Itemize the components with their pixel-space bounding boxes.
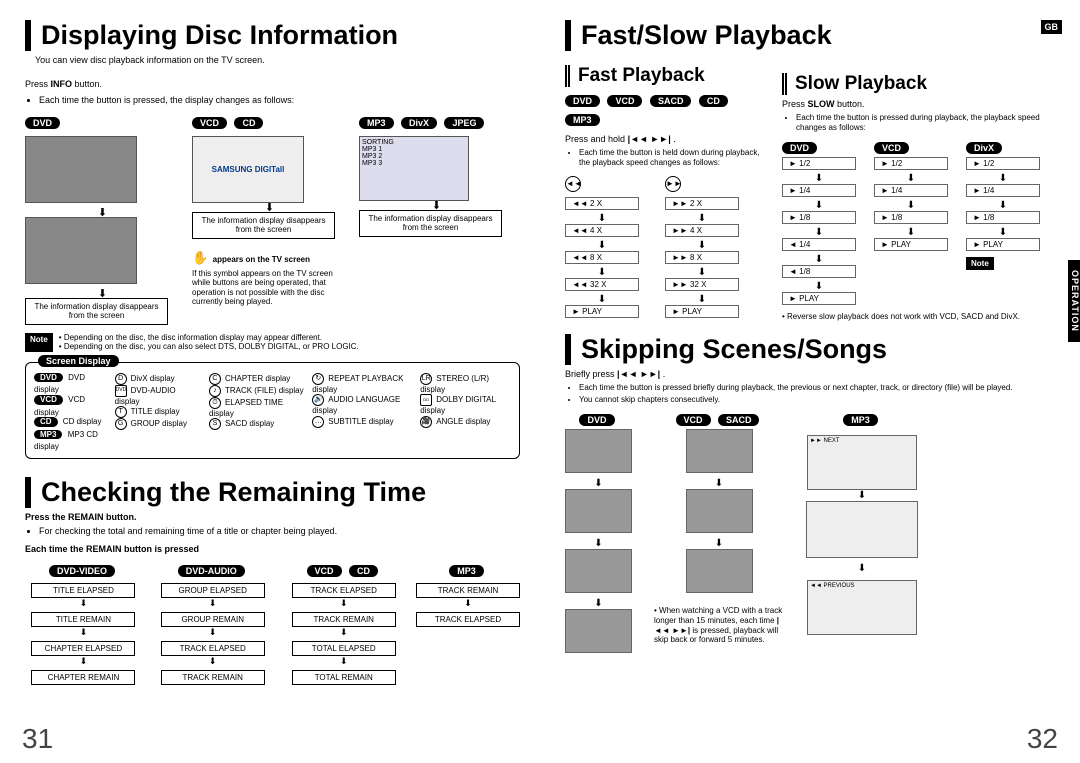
intro-text: You can view disc playback information o…	[35, 55, 520, 66]
heading-fastslow: Fast/Slow Playback	[565, 20, 1048, 51]
thumb-skip	[565, 609, 632, 653]
tv-symbol-title: appears on the TV screen	[213, 255, 310, 264]
press-info-label: Press INFO button.	[25, 79, 102, 89]
thumb-skip	[565, 429, 632, 473]
note-body-2: Depending on the disc, you can also sele…	[64, 342, 359, 351]
page-right: GB Fast/Slow Playback Fast Playback DVD …	[540, 0, 1080, 763]
tv-symbol-body: If this symbol appears on the TV screen …	[192, 269, 347, 307]
thumb-skip	[565, 549, 632, 593]
heading-skipping: Skipping Scenes/Songs	[565, 334, 1048, 365]
page-left: Displaying Disc Information You can view…	[0, 0, 540, 763]
thumb-dvd-1	[25, 136, 137, 203]
forward-button[interactable]: ►►	[665, 176, 681, 192]
thumb-skip	[565, 489, 632, 533]
rewind-button[interactable]: ◄◄	[565, 176, 581, 192]
heading-slow: Slow Playback	[782, 73, 1048, 95]
thumb-mp3	[806, 501, 918, 558]
page-number-left: 31	[22, 723, 53, 755]
disappear-box-3: The information display disappears from …	[359, 210, 502, 237]
heading-fast: Fast Playback	[565, 65, 770, 87]
screen-display-box: Screen Display DVD DVD display VCD VCD d…	[25, 362, 520, 459]
thumb-skip	[686, 489, 753, 533]
heading-disc-info: Displaying Disc Information	[25, 20, 520, 51]
page-number-right: 32	[1027, 723, 1058, 755]
badge-mp3: MP3	[359, 117, 394, 129]
thumb-sorting: SORTINGMP3 1MP3 2MP3 3	[359, 136, 469, 201]
format-badge-row: DVD ⬇ ⬇ The information display disappea…	[25, 113, 520, 325]
thumb-vcd: SAMSUNG DIGITall	[192, 136, 304, 203]
side-tab-operation: OPERATION	[1068, 260, 1080, 342]
screen-display-label: Screen Display	[38, 355, 119, 367]
badge-dvd: DVD	[25, 117, 60, 129]
badge-vcd: VCD	[192, 117, 227, 129]
thumb-dvd-2	[25, 217, 137, 284]
heading-remaining-time: Checking the Remaining Time	[25, 477, 520, 508]
thumb-mp3-next: ►► NEXT	[807, 435, 917, 490]
thumb-mp3-prev: ◄◄ PREVIOUS	[807, 580, 917, 635]
disappear-box-2: The information display disappears from …	[192, 212, 335, 239]
badge-dvd-video: DVD-VIDEO	[49, 565, 115, 577]
note-badge: Note	[25, 333, 53, 352]
thumb-skip	[686, 429, 753, 473]
badge-jpeg: JPEG	[444, 117, 484, 129]
badge-dvd-audio: DVD-AUDIO	[178, 565, 245, 577]
press-info-sub: Each time the button is pressed, the dis…	[39, 95, 520, 106]
note-body-1: Depending on the disc, the disc informat…	[64, 333, 322, 342]
press-remain: Press the REMAIN button.	[25, 512, 520, 523]
thumb-skip	[686, 549, 753, 593]
each-time-remain: Each time the REMAIN button is pressed	[25, 544, 520, 555]
press-remain-sub: For checking the total and remaining tim…	[39, 526, 520, 537]
badge-cd: CD	[234, 117, 263, 129]
badge-divx: DivX	[401, 117, 437, 129]
lang-badge: GB	[1041, 20, 1063, 34]
disappear-box-1: The information display disappears from …	[25, 298, 168, 325]
